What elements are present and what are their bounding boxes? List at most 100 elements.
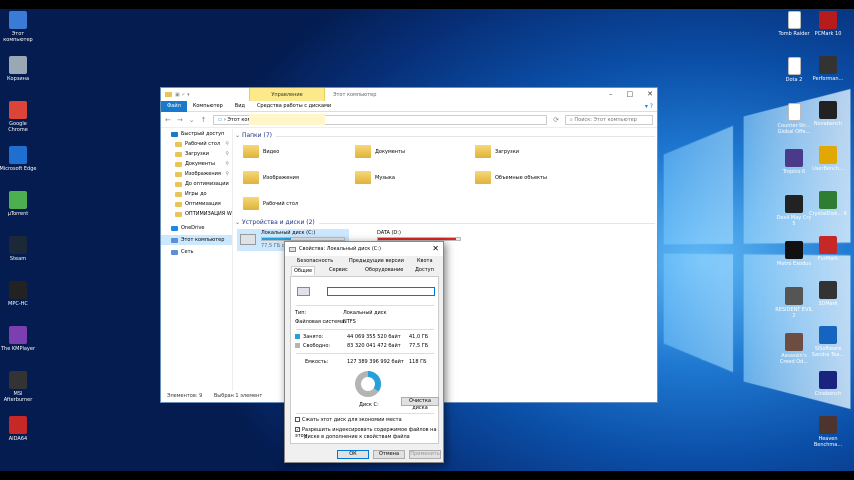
sidebar-item[interactable]: Игры до (161, 189, 232, 199)
refresh-icon[interactable]: ⟳ (553, 116, 559, 124)
desktop-icon[interactable]: The KMPlayer (0, 326, 37, 352)
tab-quota[interactable]: Квота (415, 257, 435, 266)
desktop-icon[interactable]: PCMark 10 (809, 11, 847, 37)
close-icon[interactable]: ✕ (432, 244, 439, 253)
drive-c-bar-fill (262, 238, 291, 240)
sidebar-item-label: OneDrive (181, 225, 205, 231)
minimize-icon[interactable]: – (609, 90, 613, 98)
context-tab-manage[interactable]: Управление (249, 88, 325, 101)
sidebar-item[interactable]: Этот компьютер (161, 235, 232, 245)
ribbon-tab-computer[interactable]: Компьютер (187, 101, 229, 112)
drives-header-label: Устройства и диски (2) (241, 219, 315, 226)
cancel-button[interactable]: Отмена (373, 450, 405, 459)
tab-security[interactable]: Безопасность (295, 257, 335, 266)
sidebar-item[interactable]: Оптимизация (161, 199, 232, 209)
desktop-icon[interactable]: Heaven Benchma... (809, 416, 847, 448)
desktop-icon[interactable]: µTorrent (0, 191, 37, 217)
up-arrow-icon[interactable]: ↑ (201, 116, 207, 124)
divider (296, 353, 434, 354)
help-icon[interactable]: ▾ ? (645, 103, 653, 110)
folder-item[interactable]: Изображения (243, 171, 299, 184)
forward-arrow-icon[interactable]: → (177, 116, 183, 124)
folder-item[interactable]: Музыка (355, 171, 395, 184)
ribbon-tab-file[interactable]: Файл (161, 100, 187, 112)
desktop-icon[interactable]: Counter-Str... Global Offe... (775, 103, 813, 135)
compress-checkbox[interactable] (295, 417, 300, 422)
folder-item[interactable]: Видео (243, 145, 279, 158)
desktop-icon[interactable]: Metro Exodus (775, 241, 813, 267)
desktop-icon[interactable]: MSI Afterburner (0, 371, 37, 403)
desktop-icon-label: Dota 2 (785, 77, 803, 83)
sidebar-item[interactable]: Быстрый доступ (161, 129, 232, 139)
apply-button[interactable]: Применить (409, 450, 441, 459)
back-arrow-icon[interactable]: ← (165, 116, 171, 124)
folder-item[interactable]: Рабочий стол (243, 197, 298, 210)
desktop-icon[interactable]: SiSoftware Sandra Tea... (809, 326, 847, 358)
sidebar-item[interactable]: ОПТИМИЗАЦИЯ W (161, 209, 232, 219)
afterburner-icon (9, 371, 27, 389)
desktop-icon[interactable]: Devil May Cry 5 (775, 195, 813, 227)
compress-option[interactable]: Сжать этот диск для экономии места (295, 417, 402, 423)
novabench-icon (819, 101, 837, 119)
desktop-icon[interactable]: Этот компьютер (0, 11, 37, 43)
desktop-icon[interactable]: Google Chrome (0, 101, 37, 133)
context-tab-highlight (249, 114, 325, 125)
desktop-icon[interactable]: Tropico 6 (775, 149, 813, 175)
desktop-icon[interactable]: UserBench... (809, 146, 847, 172)
folder-icon (355, 171, 371, 184)
desktop-icon[interactable]: Cinebench (809, 371, 847, 397)
desktop-icon[interactable]: Steam (0, 236, 37, 262)
tab-general[interactable]: Общие (291, 266, 316, 275)
desktop-icon[interactable]: Microsoft Edge (0, 146, 37, 172)
drive-icon (240, 234, 256, 245)
tab-previous-versions[interactable]: Предыдущие версии (347, 257, 406, 266)
maximize-icon[interactable]: □ (627, 90, 634, 98)
sidebar-item[interactable]: Загрузки ⚲ (161, 149, 232, 159)
ok-button[interactable]: ОК (337, 450, 369, 459)
desktop-icon[interactable]: Assassin's Creed Od... (775, 333, 813, 365)
sidebar-item[interactable]: Рабочий стол ⚲ (161, 139, 232, 149)
desktop-icon[interactable]: Tomb Raider (775, 11, 813, 37)
dmc-icon (785, 195, 803, 213)
desktop-icon[interactable]: Dota 2 (775, 57, 813, 83)
sidebar-item-label: ОПТИМИЗАЦИЯ W (185, 211, 232, 217)
desktop-icon[interactable]: RESIDENT EVIL 2 (775, 287, 813, 319)
tab-sharing[interactable]: Доступ (413, 266, 436, 275)
index-checkbox[interactable]: ✓ (295, 427, 300, 432)
used-gb: 41,0 ГБ (409, 334, 429, 340)
desktop-icon[interactable]: MPC-HC (0, 281, 37, 307)
disk-cleanup-button[interactable]: Очистка диска (401, 397, 439, 411)
recent-chevron-icon[interactable]: ⌄ (189, 116, 195, 124)
desktop-icon[interactable]: Корзина (0, 56, 37, 82)
capacity-bytes: 127 389 396 992 байт (347, 359, 404, 365)
desktop-icon[interactable]: Performan... (809, 56, 847, 82)
folders-header[interactable]: ⌄ Папки (7) (235, 131, 655, 141)
close-icon[interactable]: ✕ (647, 90, 653, 98)
desktop-icon[interactable]: CrystalDisk... 6 (809, 191, 847, 217)
ribbon-tab-drive-tools[interactable]: Средства работы с дисками (251, 101, 337, 112)
address-row: ← → ⌄ ↑ ▭ › Этот компьютер ⟳ ⌕ Поиск: Эт… (161, 112, 657, 128)
status-selected: Выбран 1 элемент (213, 393, 263, 399)
sidebar-item[interactable]: Сеть (161, 247, 232, 257)
drive-name-input[interactable] (327, 287, 435, 296)
search-input[interactable]: ⌕ Поиск: Этот компьютер (565, 114, 653, 125)
folder-item[interactable]: Загрузки (475, 145, 519, 158)
usage-donut-chart (355, 371, 381, 397)
desktop-icon[interactable]: FurMark (809, 236, 847, 262)
desktop-icon[interactable]: 3DMark (809, 281, 847, 307)
ribbon-tab-view[interactable]: Вид (229, 101, 251, 112)
sidebar-item[interactable]: Документы ⚲ (161, 159, 232, 169)
folder-item[interactable]: Объемные объекты (475, 171, 547, 184)
properties-titlebar: Свойства: Локальный диск (C:) ✕ (285, 242, 443, 256)
desktop-icon[interactable]: AIDA64 (0, 416, 37, 442)
sidebar-item[interactable]: До оптимизации (161, 179, 232, 189)
desktop-icon-label: Performan... (812, 76, 844, 82)
desktop-icon[interactable]: Novabench (809, 101, 847, 127)
folder-item[interactable]: Документы (355, 145, 405, 158)
sidebar-item[interactable]: Изображения ⚲ (161, 169, 232, 179)
sidebar-item[interactable]: OneDrive (161, 223, 232, 233)
drives-header[interactable]: ⌄ Устройства и диски (2) (235, 218, 655, 228)
tab-tools[interactable]: Сервис (327, 266, 350, 275)
qat-icons[interactable]: ▣ ✓ ▾ (175, 92, 190, 98)
tab-hardware[interactable]: Оборудование (363, 266, 405, 275)
